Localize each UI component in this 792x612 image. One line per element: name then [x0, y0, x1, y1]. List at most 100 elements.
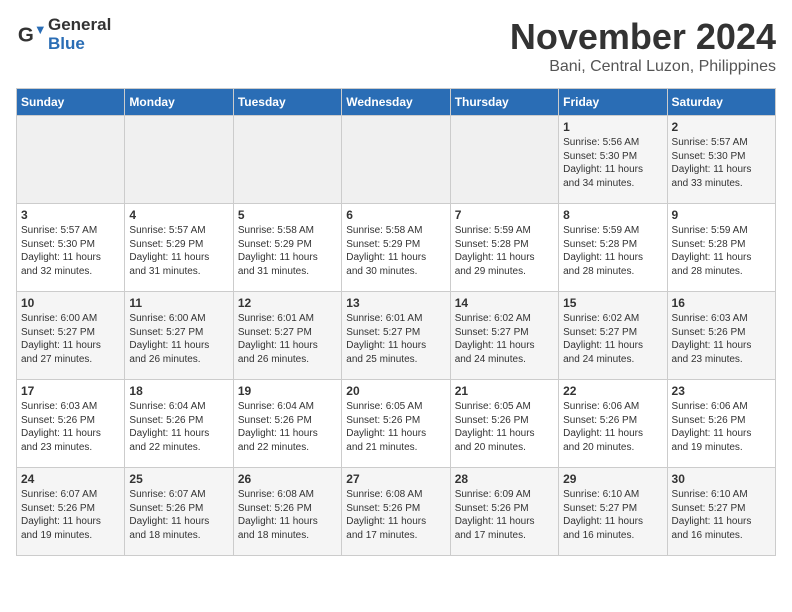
day-number: 9 [672, 208, 771, 222]
calendar-week-row: 10 Sunrise: 6:00 AM Sunset: 5:27 PM Dayli… [17, 292, 776, 380]
day-number: 12 [238, 296, 337, 310]
calendar-day-cell: 14 Sunrise: 6:02 AM Sunset: 5:27 PM Dayli… [450, 292, 558, 380]
day-number: 11 [129, 296, 228, 310]
day-number: 13 [346, 296, 445, 310]
day-number: 17 [21, 384, 120, 398]
calendar-day-cell: 18 Sunrise: 6:04 AM Sunset: 5:26 PM Dayli… [125, 380, 233, 468]
day-number: 24 [21, 472, 120, 486]
day-number: 1 [563, 120, 662, 134]
day-info: Sunrise: 5:58 AM Sunset: 5:29 PM Dayligh… [238, 224, 337, 278]
calendar-day-cell: 2 Sunrise: 5:57 AM Sunset: 5:30 PM Daylig… [667, 116, 775, 204]
day-info: Sunrise: 5:57 AM Sunset: 5:30 PM Dayligh… [672, 136, 771, 190]
svg-text:G: G [18, 23, 34, 46]
day-info: Sunrise: 5:56 AM Sunset: 5:30 PM Dayligh… [563, 136, 662, 190]
day-number: 29 [563, 472, 662, 486]
day-number: 18 [129, 384, 228, 398]
calendar-day-cell: 12 Sunrise: 6:01 AM Sunset: 5:27 PM Dayli… [233, 292, 341, 380]
weekday-header-cell: Friday [559, 89, 667, 116]
calendar-day-cell: 16Sunrise: 6:03 AM Sunset: 5:26 PM Dayli… [667, 292, 775, 380]
day-info: Sunrise: 6:03 AM Sunset: 5:26 PM Dayligh… [21, 400, 120, 454]
day-number: 7 [455, 208, 554, 222]
weekday-header-cell: Saturday [667, 89, 775, 116]
calendar-day-cell: 27 Sunrise: 6:08 AM Sunset: 5:26 PM Dayli… [342, 468, 450, 556]
month-title: November 2024 [510, 16, 776, 58]
calendar-day-cell: 4Sunrise: 5:57 AM Sunset: 5:29 PM Daylig… [125, 204, 233, 292]
logo-blue: Blue [48, 35, 111, 54]
weekday-header-cell: Monday [125, 89, 233, 116]
calendar-week-row: 3Sunrise: 5:57 AM Sunset: 5:30 PM Daylig… [17, 204, 776, 292]
calendar-day-cell: 15 Sunrise: 6:02 AM Sunset: 5:27 PM Dayli… [559, 292, 667, 380]
day-number: 28 [455, 472, 554, 486]
day-number: 22 [563, 384, 662, 398]
calendar-week-row: 17 Sunrise: 6:03 AM Sunset: 5:26 PM Dayli… [17, 380, 776, 468]
day-info: Sunrise: 5:59 AM Sunset: 5:28 PM Dayligh… [455, 224, 554, 278]
calendar-body: 1 Sunrise: 5:56 AM Sunset: 5:30 PM Daylig… [17, 116, 776, 556]
calendar-week-row: 1 Sunrise: 5:56 AM Sunset: 5:30 PM Daylig… [17, 116, 776, 204]
calendar-day-cell: 26 Sunrise: 6:08 AM Sunset: 5:26 PM Dayli… [233, 468, 341, 556]
day-number: 15 [563, 296, 662, 310]
logo: G General Blue [16, 16, 111, 53]
calendar-day-cell [342, 116, 450, 204]
weekday-header-cell: Thursday [450, 89, 558, 116]
weekday-header-cell: Tuesday [233, 89, 341, 116]
day-info: Sunrise: 5:58 AM Sunset: 5:29 PM Dayligh… [346, 224, 445, 278]
day-info: Sunrise: 6:01 AM Sunset: 5:27 PM Dayligh… [346, 312, 445, 366]
day-number: 21 [455, 384, 554, 398]
calendar-day-cell: 24 Sunrise: 6:07 AM Sunset: 5:26 PM Dayli… [17, 468, 125, 556]
day-info: Sunrise: 6:04 AM Sunset: 5:26 PM Dayligh… [238, 400, 337, 454]
day-number: 10 [21, 296, 120, 310]
day-info: Sunrise: 6:02 AM Sunset: 5:27 PM Dayligh… [455, 312, 554, 366]
location-title: Bani, Central Luzon, Philippines [510, 58, 776, 76]
day-info: Sunrise: 6:07 AM Sunset: 5:26 PM Dayligh… [21, 488, 120, 542]
day-info: Sunrise: 6:05 AM Sunset: 5:26 PM Dayligh… [346, 400, 445, 454]
logo-general: General [48, 16, 111, 35]
day-info: Sunrise: 6:10 AM Sunset: 5:27 PM Dayligh… [672, 488, 771, 542]
day-number: 16 [672, 296, 771, 310]
day-number: 25 [129, 472, 228, 486]
day-info: Sunrise: 6:01 AM Sunset: 5:27 PM Dayligh… [238, 312, 337, 366]
day-info: Sunrise: 6:08 AM Sunset: 5:26 PM Dayligh… [346, 488, 445, 542]
calendar-day-cell [233, 116, 341, 204]
title-block: November 2024 Bani, Central Luzon, Phili… [510, 16, 776, 76]
calendar-week-row: 24 Sunrise: 6:07 AM Sunset: 5:26 PM Dayli… [17, 468, 776, 556]
page-header: G General Blue November 2024 Bani, Centr… [16, 16, 776, 76]
day-number: 20 [346, 384, 445, 398]
day-info: Sunrise: 6:08 AM Sunset: 5:26 PM Dayligh… [238, 488, 337, 542]
calendar-day-cell: 3Sunrise: 5:57 AM Sunset: 5:30 PM Daylig… [17, 204, 125, 292]
day-info: Sunrise: 5:59 AM Sunset: 5:28 PM Dayligh… [672, 224, 771, 278]
logo-icon: G [16, 21, 44, 49]
calendar-day-cell: 11 Sunrise: 6:00 AM Sunset: 5:27 PM Dayli… [125, 292, 233, 380]
calendar-day-cell: 25 Sunrise: 6:07 AM Sunset: 5:26 PM Dayli… [125, 468, 233, 556]
calendar-day-cell: 9 Sunrise: 5:59 AM Sunset: 5:28 PM Daylig… [667, 204, 775, 292]
day-number: 4 [129, 208, 228, 222]
day-info: Sunrise: 6:00 AM Sunset: 5:27 PM Dayligh… [129, 312, 228, 366]
day-number: 27 [346, 472, 445, 486]
calendar-day-cell: 29Sunrise: 6:10 AM Sunset: 5:27 PM Dayli… [559, 468, 667, 556]
day-number: 23 [672, 384, 771, 398]
day-info: Sunrise: 6:04 AM Sunset: 5:26 PM Dayligh… [129, 400, 228, 454]
calendar-day-cell: 17 Sunrise: 6:03 AM Sunset: 5:26 PM Dayli… [17, 380, 125, 468]
day-number: 14 [455, 296, 554, 310]
calendar-table: SundayMondayTuesdayWednesdayThursdayFrid… [16, 88, 776, 556]
day-number: 19 [238, 384, 337, 398]
calendar-day-cell: 21Sunrise: 6:05 AM Sunset: 5:26 PM Dayli… [450, 380, 558, 468]
weekday-header-cell: Sunday [17, 89, 125, 116]
calendar-day-cell: 7 Sunrise: 5:59 AM Sunset: 5:28 PM Daylig… [450, 204, 558, 292]
calendar-day-cell: 8Sunrise: 5:59 AM Sunset: 5:28 PM Daylig… [559, 204, 667, 292]
day-number: 8 [563, 208, 662, 222]
calendar-day-cell: 6Sunrise: 5:58 AM Sunset: 5:29 PM Daylig… [342, 204, 450, 292]
day-number: 2 [672, 120, 771, 134]
calendar-day-cell: 10 Sunrise: 6:00 AM Sunset: 5:27 PM Dayli… [17, 292, 125, 380]
calendar-day-cell: 28Sunrise: 6:09 AM Sunset: 5:26 PM Dayli… [450, 468, 558, 556]
day-number: 26 [238, 472, 337, 486]
calendar-day-cell: 19 Sunrise: 6:04 AM Sunset: 5:26 PM Dayli… [233, 380, 341, 468]
calendar-day-cell [450, 116, 558, 204]
calendar-day-cell [125, 116, 233, 204]
day-info: Sunrise: 6:02 AM Sunset: 5:27 PM Dayligh… [563, 312, 662, 366]
day-info: Sunrise: 6:07 AM Sunset: 5:26 PM Dayligh… [129, 488, 228, 542]
day-info: Sunrise: 6:06 AM Sunset: 5:26 PM Dayligh… [563, 400, 662, 454]
calendar-day-cell: 30Sunrise: 6:10 AM Sunset: 5:27 PM Dayli… [667, 468, 775, 556]
day-info: Sunrise: 6:00 AM Sunset: 5:27 PM Dayligh… [21, 312, 120, 366]
calendar-day-cell: 20 Sunrise: 6:05 AM Sunset: 5:26 PM Dayli… [342, 380, 450, 468]
day-number: 5 [238, 208, 337, 222]
